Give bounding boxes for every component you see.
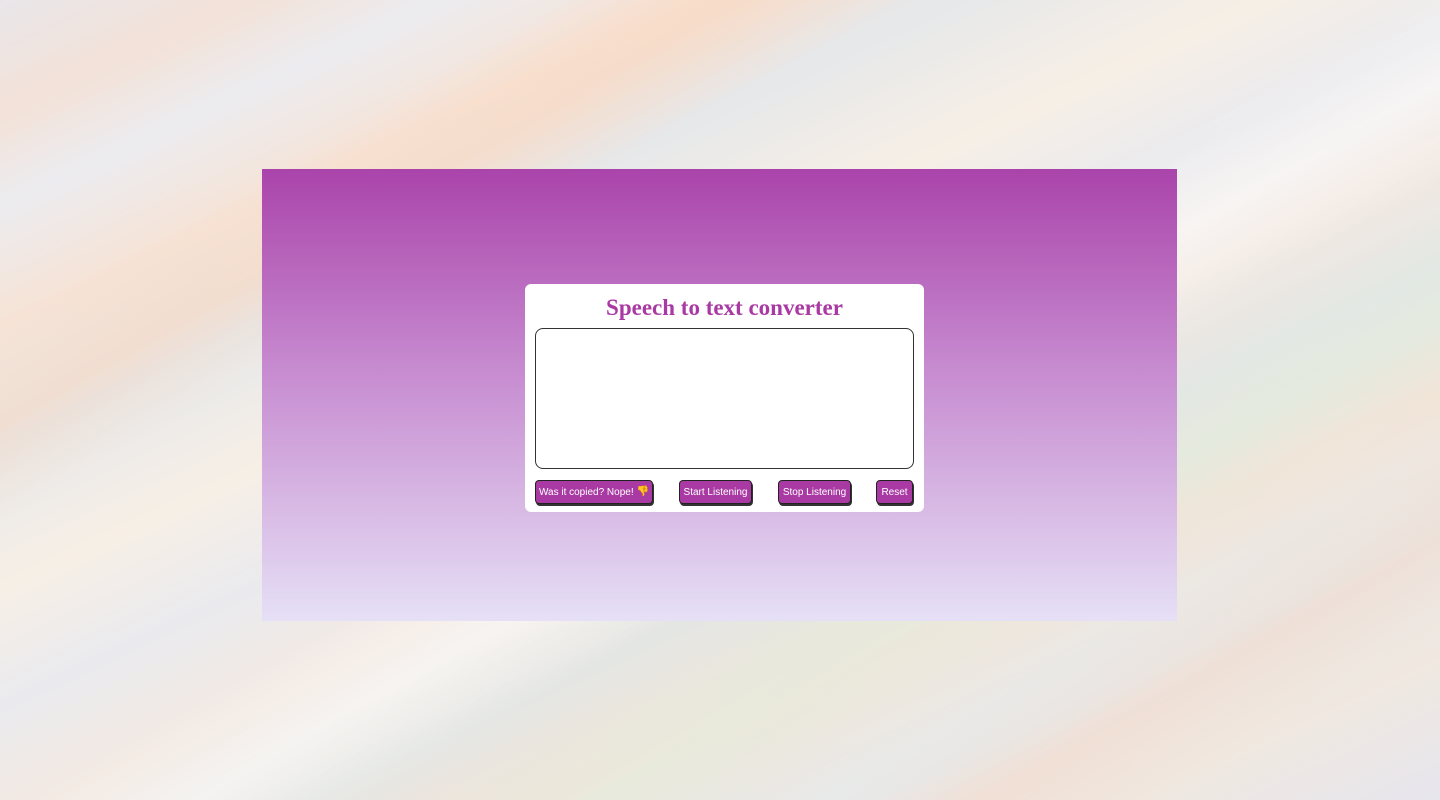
copy-button[interactable]: Was it copied? Nope! 👎 bbox=[535, 480, 653, 504]
reset-button[interactable]: Reset bbox=[876, 480, 913, 504]
converter-card: Speech to text converter Was it copied? … bbox=[525, 284, 924, 512]
copy-button-label: Was it copied? Nope! bbox=[538, 486, 634, 498]
app-viewport: Speech to text converter Was it copied? … bbox=[262, 169, 1177, 621]
thumbs-down-icon: 👎 bbox=[636, 486, 650, 497]
page-title: Speech to text converter bbox=[606, 295, 843, 320]
stop-listening-button[interactable]: Stop Listening bbox=[778, 480, 851, 504]
start-listening-button[interactable]: Start Listening bbox=[679, 480, 752, 504]
transcript-textarea[interactable] bbox=[535, 328, 914, 469]
stop-listening-label: Stop Listening bbox=[782, 486, 847, 498]
reset-label: Reset bbox=[881, 486, 908, 498]
start-listening-label: Start Listening bbox=[683, 486, 748, 498]
